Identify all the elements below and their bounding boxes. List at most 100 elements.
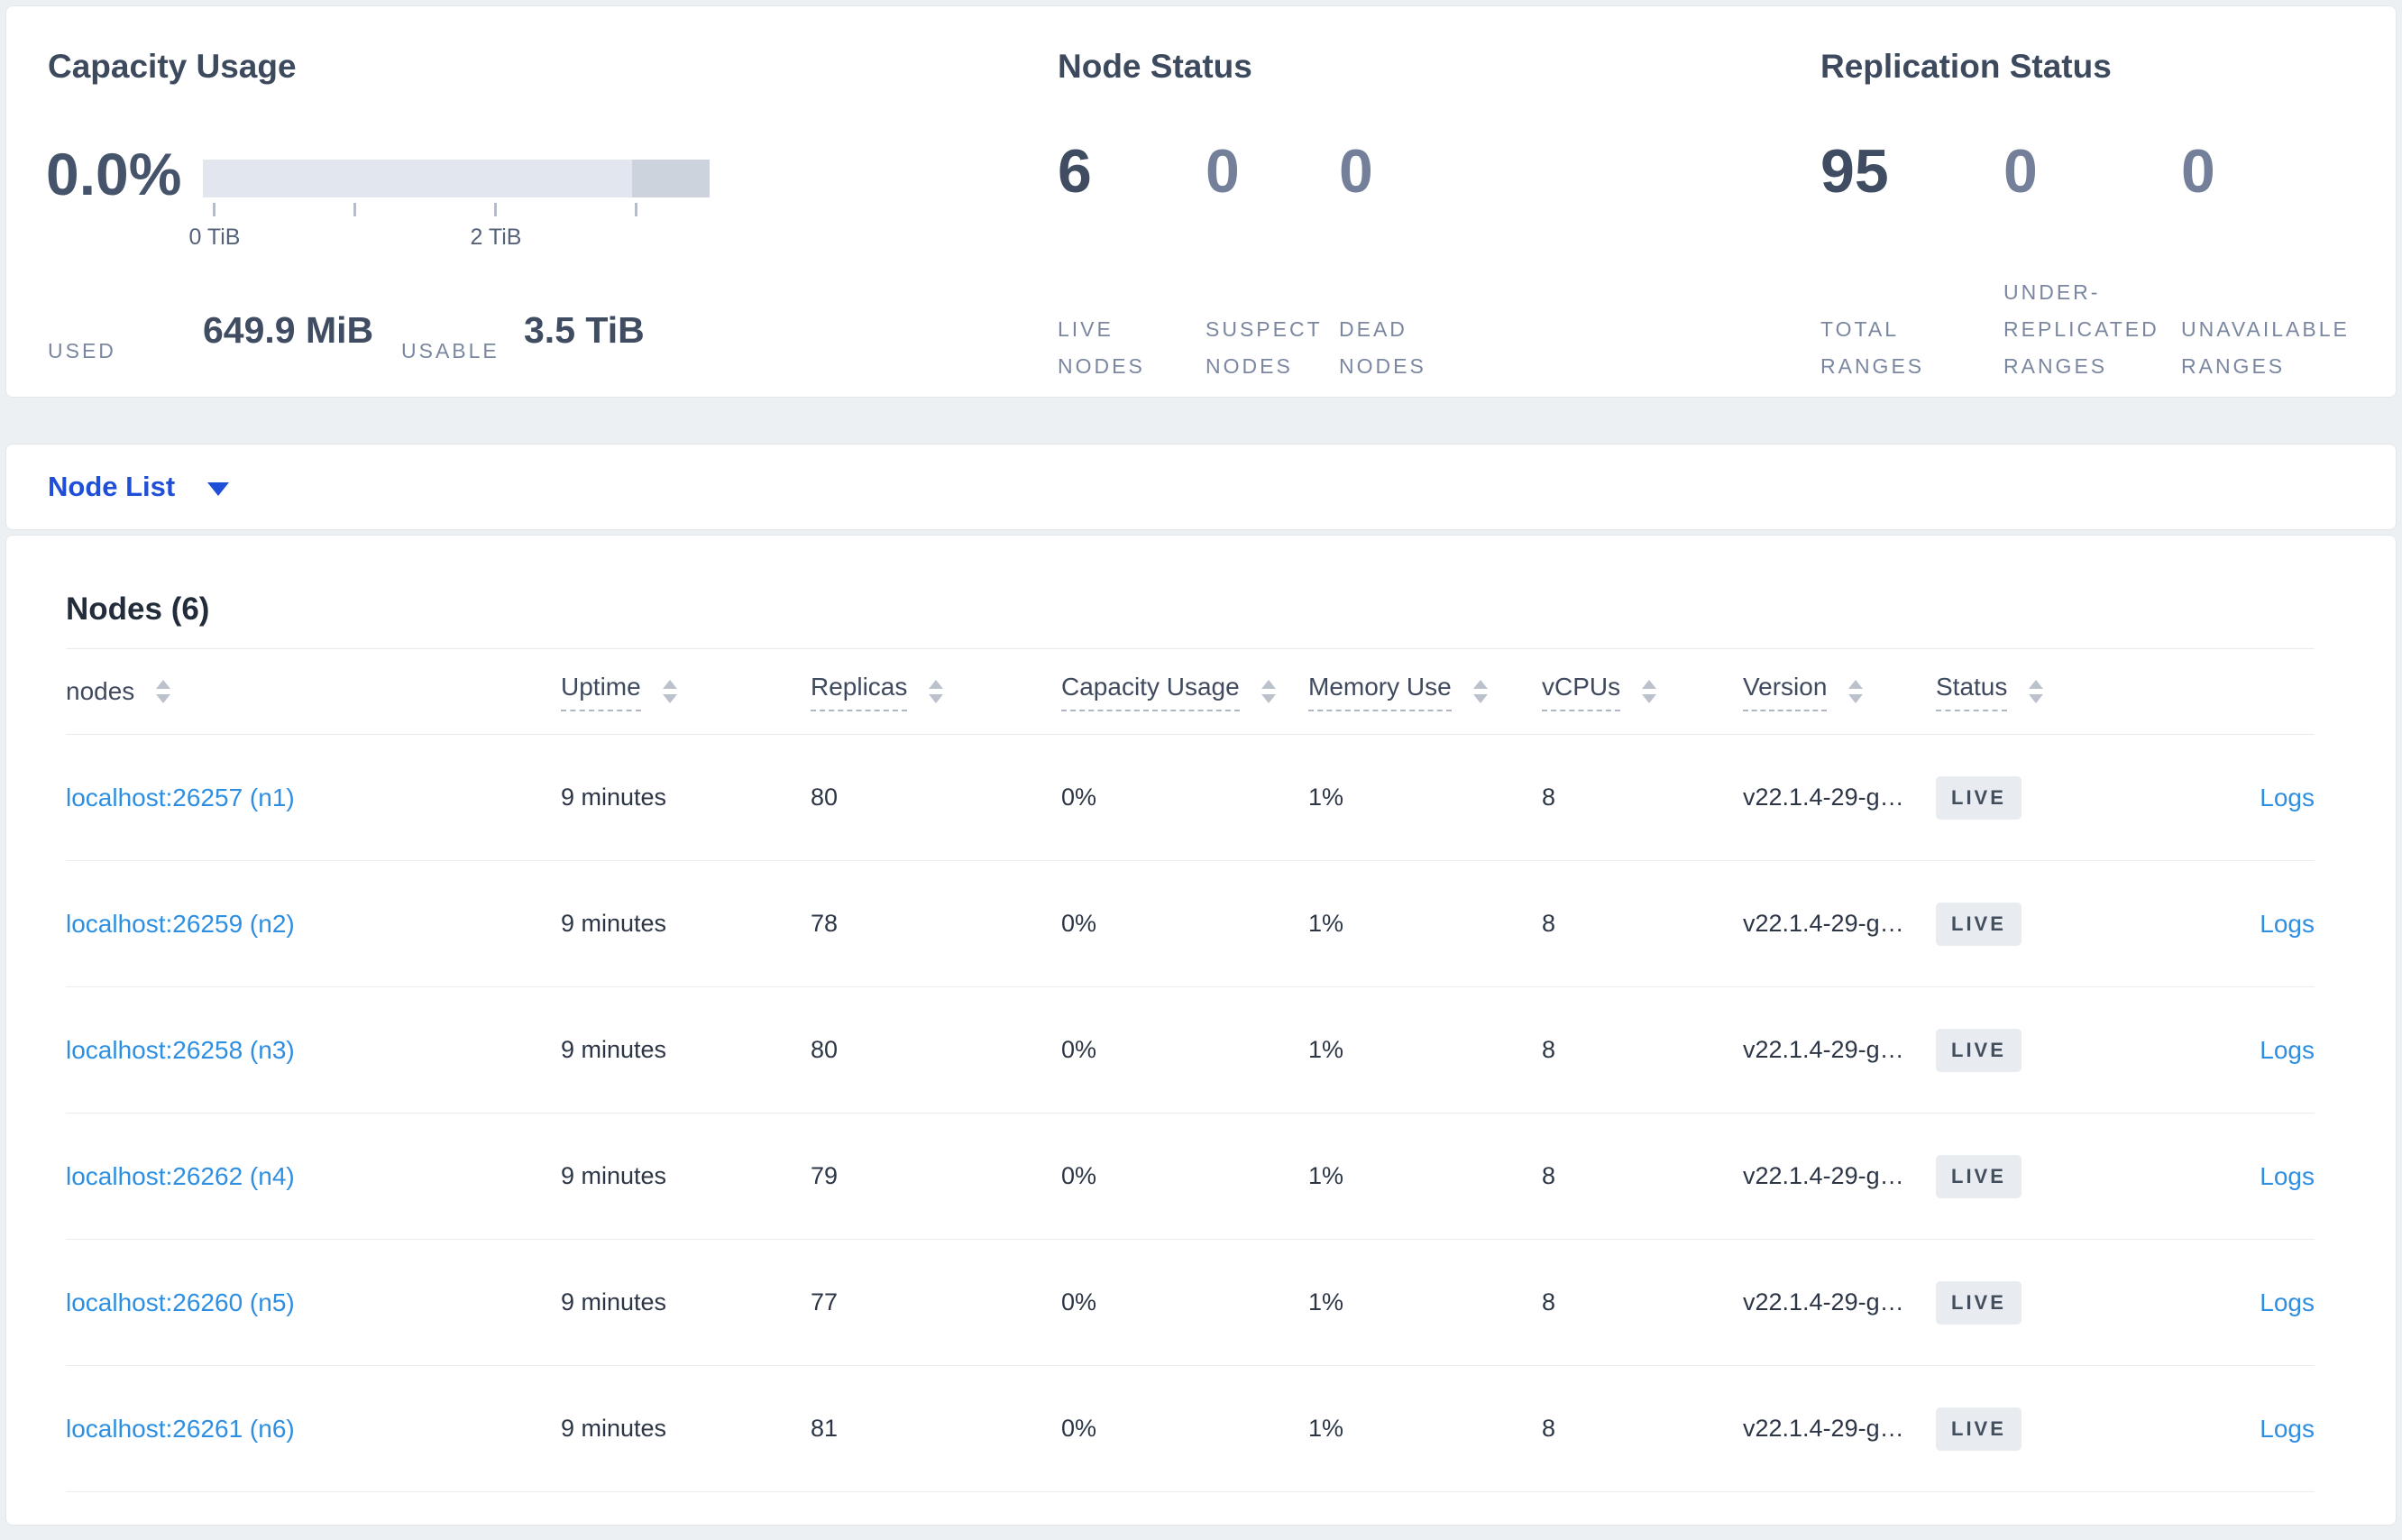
capacity-axis-label: 2 TiB (470, 225, 522, 250)
node-link[interactable]: localhost:26259 (n2) (66, 910, 295, 938)
node-status-stats: 6 LIVE NODES 0 SUSPECT NODES 0 DEAD NODE… (1058, 136, 1483, 385)
node-link[interactable]: localhost:26260 (n5) (66, 1288, 295, 1316)
view-selector-bar: Node List (5, 444, 2397, 530)
node-link[interactable]: localhost:26261 (n6) (66, 1415, 295, 1443)
unavailable-ranges-label: UNAVAILABLE RANGES (2181, 317, 2350, 378)
sort-icon (662, 680, 677, 703)
replication-status-title: Replication Status (1820, 48, 2112, 85)
version-cell: v22.1.4-29-g… (1743, 1036, 1904, 1063)
live-nodes-label: LIVE NODES (1058, 317, 1145, 378)
status-badge: LIVE (1936, 1028, 2022, 1072)
sort-icon (1848, 680, 1864, 703)
memory-cell: 1% (1308, 910, 1344, 937)
table-row: localhost:26259 (n2) 9 minutes 78 0% 1% … (66, 861, 2315, 987)
capacity-cell: 0% (1061, 784, 1097, 811)
node-link[interactable]: localhost:26258 (n3) (66, 1036, 295, 1064)
replicas-cell: 79 (811, 1162, 839, 1189)
chevron-down-icon (207, 481, 230, 496)
node-link[interactable]: localhost:26262 (n4) (66, 1162, 295, 1190)
logs-link[interactable]: Logs (2260, 1288, 2315, 1316)
dead-nodes-label: DEAD NODES (1339, 317, 1426, 378)
node-status-title: Node Status (1058, 48, 1252, 85)
capacity-usage-bar-segment (632, 160, 710, 197)
usable-value: 3.5 TiB (524, 309, 645, 351)
capacity-axis-tick (353, 203, 356, 216)
status-badge: LIVE (1936, 1154, 2022, 1198)
sort-icon (1472, 680, 1488, 703)
capacity-cell: 0% (1061, 1036, 1097, 1063)
node-list-dropdown[interactable]: Node List (48, 471, 230, 503)
live-nodes-value: 6 (1058, 137, 1092, 206)
column-header-status[interactable]: Status (1936, 673, 2147, 711)
table-row: localhost:26258 (n3) 9 minutes 80 0% 1% … (66, 987, 2315, 1114)
nodes-panel: Nodes (6) nodes Uptime Replicas Capacity… (5, 535, 2397, 1526)
version-cell: v22.1.4-29-g… (1743, 1415, 1904, 1442)
usable-label: USABLE (401, 339, 500, 362)
status-badge: LIVE (1936, 902, 2022, 946)
status-badge: LIVE (1936, 775, 2022, 820)
version-cell: v22.1.4-29-g… (1743, 910, 1904, 937)
vcpus-cell: 8 (1542, 1415, 1556, 1442)
uptime-cell: 9 minutes (561, 1415, 667, 1442)
vcpus-cell: 8 (1542, 784, 1556, 811)
nodes-table-header: nodes Uptime Replicas Capacity Usage Mem… (66, 648, 2315, 735)
memory-cell: 1% (1308, 1288, 1344, 1315)
capacity-axis-tick (494, 203, 497, 216)
total-ranges-stat: 95 TOTAL RANGES (1820, 136, 2003, 385)
replicas-cell: 81 (811, 1415, 839, 1442)
node-list-dropdown-label: Node List (48, 471, 176, 502)
logs-link[interactable]: Logs (2260, 784, 2315, 811)
memory-cell: 1% (1308, 784, 1344, 811)
table-row: localhost:26260 (n5) 9 minutes 77 0% 1% … (66, 1240, 2315, 1366)
capacity-cell: 0% (1061, 1415, 1097, 1442)
capacity-usage-bar (203, 160, 710, 197)
replicas-cell: 78 (811, 910, 839, 937)
suspect-nodes-value: 0 (1206, 137, 1240, 206)
replication-status-stats: 95 TOTAL RANGES 0 UNDER- REPLICATED RANG… (1820, 136, 2379, 385)
under-replicated-ranges-label: UNDER- REPLICATED RANGES (2003, 280, 2159, 378)
replicas-cell: 77 (811, 1288, 839, 1315)
logs-link[interactable]: Logs (2260, 1162, 2315, 1190)
dead-nodes-value: 0 (1339, 137, 1373, 206)
column-header-vcpus[interactable]: vCPUs (1542, 673, 1743, 711)
vcpus-cell: 8 (1542, 910, 1556, 937)
sort-icon (156, 680, 171, 703)
column-header-version[interactable]: Version (1743, 673, 1936, 711)
sort-icon (2029, 680, 2044, 703)
version-cell: v22.1.4-29-g… (1743, 1288, 1904, 1315)
nodes-table-title: Nodes (6) (66, 591, 210, 627)
dead-nodes-stat: 0 DEAD NODES (1339, 136, 1483, 385)
vcpus-cell: 8 (1542, 1288, 1556, 1315)
table-row: localhost:26257 (n1) 9 minutes 80 0% 1% … (66, 735, 2315, 861)
column-header-nodes[interactable]: nodes (66, 677, 561, 706)
column-header-uptime[interactable]: Uptime (561, 673, 811, 711)
unavailable-ranges-value: 0 (2181, 137, 2215, 206)
version-cell: v22.1.4-29-g… (1743, 1162, 1904, 1189)
replicas-cell: 80 (811, 784, 839, 811)
under-replicated-ranges-value: 0 (2003, 137, 2038, 206)
logs-link[interactable]: Logs (2260, 910, 2315, 938)
logs-link[interactable]: Logs (2260, 1036, 2315, 1064)
total-ranges-label: TOTAL RANGES (1820, 317, 1925, 378)
live-nodes-stat: 6 LIVE NODES (1058, 136, 1206, 385)
column-header-memory-use[interactable]: Memory Use (1308, 673, 1542, 711)
capacity-cell: 0% (1061, 1162, 1097, 1189)
sort-icon (1642, 680, 1657, 703)
capacity-cell: 0% (1061, 910, 1097, 937)
column-header-replicas[interactable]: Replicas (811, 673, 1061, 711)
sort-icon (1261, 680, 1276, 703)
suspect-nodes-stat: 0 SUSPECT NODES (1206, 136, 1339, 385)
logs-link[interactable]: Logs (2260, 1415, 2315, 1443)
under-replicated-ranges-stat: 0 UNDER- REPLICATED RANGES (2003, 136, 2181, 385)
capacity-usage-title: Capacity Usage (48, 48, 297, 85)
used-value: 649.9 MiB (203, 309, 374, 351)
node-link[interactable]: localhost:26257 (n1) (66, 784, 295, 811)
capacity-usage-percent: 0.0% (46, 141, 182, 207)
column-header-capacity-usage[interactable]: Capacity Usage (1061, 673, 1308, 711)
cluster-overview-panel: Capacity Usage 0.0% 0 TiB 2 TiB USED 649… (5, 5, 2397, 398)
status-badge: LIVE (1936, 1407, 2022, 1451)
unavailable-ranges-stat: 0 UNAVAILABLE RANGES (2181, 136, 2379, 385)
capacity-axis-tick (213, 203, 215, 216)
uptime-cell: 9 minutes (561, 1162, 667, 1189)
uptime-cell: 9 minutes (561, 1288, 667, 1315)
